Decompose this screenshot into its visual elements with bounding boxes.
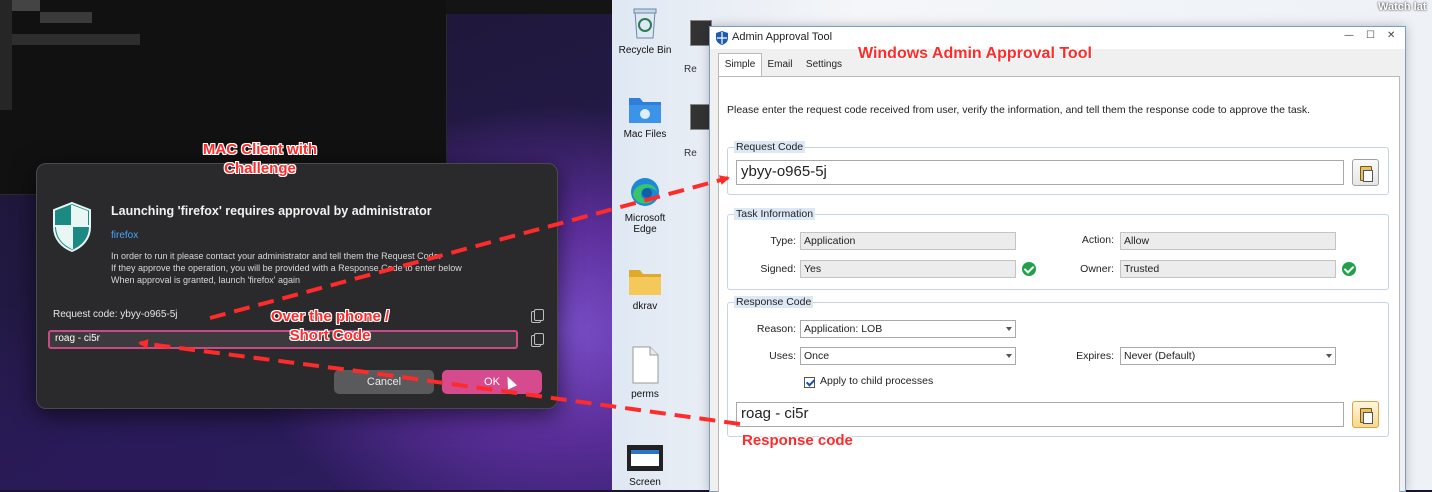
clipboard-icon — [1360, 408, 1373, 424]
desktop-icon-label: dkrav — [632, 301, 658, 312]
mac-approval-dialog: Launching 'firefox' requires approval by… — [36, 163, 558, 409]
signed-field: Yes — [800, 260, 1016, 278]
desktop-icon-label: Recycle Bin — [618, 45, 672, 56]
desktop-icon-recycle-bin[interactable]: Recycle Bin — [614, 6, 676, 56]
screen-icon — [627, 445, 663, 471]
annotation-line: MAC Client with — [202, 141, 318, 158]
tab-settings[interactable]: Settings — [800, 54, 848, 75]
uses-dropdown[interactable]: Once — [800, 347, 1016, 365]
dialog-title: Launching 'firefox' requires approval by… — [111, 204, 432, 218]
annotation-line: Over the phone / — [270, 308, 390, 325]
desktop-icon-label: Microsoft Edge — [624, 213, 666, 235]
instructions-text: Please enter the request code received f… — [727, 104, 1311, 116]
shield-icon — [53, 201, 91, 253]
expires-value: Never (Default) — [1124, 350, 1196, 362]
tab-simple[interactable]: Simple — [718, 53, 762, 77]
chevron-down-icon — [1326, 354, 1332, 358]
desktop-icon-label: Screen — [629, 477, 661, 488]
desktop-icon-perms[interactable]: perms — [614, 346, 676, 400]
dialog-body-line: In order to run it please contact your a… — [111, 251, 442, 261]
chevron-down-icon — [1006, 354, 1012, 358]
app-shield-icon — [716, 31, 728, 45]
uses-value: Once — [804, 350, 830, 362]
clipboard-icon — [1360, 166, 1373, 182]
expires-label: Expires: — [1076, 350, 1114, 362]
reason-label: Reason: — [756, 323, 796, 335]
desktop-label-fragment: Re — [684, 64, 697, 75]
reason-value: Application: LOB — [804, 323, 883, 335]
dialog-body-line: When approval is granted, launch 'firefo… — [111, 275, 301, 285]
reason-dropdown[interactable]: Application: LOB — [800, 320, 1016, 338]
mac-client-annotation: MAC Client with Challenge — [170, 140, 350, 178]
uses-label: Uses: — [769, 350, 796, 362]
tab-email[interactable]: Email — [762, 54, 798, 75]
windows-tool-annotation: Windows Admin Approval Tool — [858, 45, 1092, 62]
response-code-group: Response Code Reason: Application: LOB U… — [727, 296, 1389, 437]
blurred-text — [0, 0, 12, 110]
admin-approval-tool-window: Admin Approval Tool — ☐ ✕ Simple Email S… — [709, 26, 1406, 492]
desktop-icon-label: perms — [631, 389, 659, 400]
close-button[interactable]: ✕ — [1387, 30, 1395, 41]
response-code-field[interactable]: roag - ci5r — [736, 402, 1344, 427]
desktop-icon-dkrav[interactable]: dkrav — [614, 266, 676, 312]
desktop-icon-label: Mac Files — [623, 129, 667, 140]
owner-check-icon — [1342, 262, 1356, 276]
edge-icon — [631, 178, 659, 206]
request-code-input[interactable]: ybyy-o965-5j — [736, 160, 1344, 185]
annotation-line: Challenge — [224, 160, 296, 177]
annotation-line: Short Code — [289, 327, 371, 344]
dialog-app-name: firefox — [111, 230, 139, 241]
request-code-group: Request Code ybyy-o965-5j — [727, 141, 1389, 195]
paste-response-code-icon[interactable] — [531, 333, 544, 347]
blurred-text — [0, 34, 140, 45]
copy-response-code-button[interactable] — [1352, 401, 1379, 428]
mac-folder-icon — [629, 98, 661, 123]
desktop-icon-screen[interactable]: Screen — [614, 444, 676, 488]
owner-field: Trusted — [1120, 260, 1336, 278]
paste-request-code-button[interactable] — [1352, 159, 1379, 186]
recycle-bin-icon — [633, 8, 657, 39]
blurred-text — [40, 12, 92, 23]
window-title: Admin Approval Tool — [732, 31, 833, 43]
watch-later-overlay[interactable]: Watch lat — [1378, 1, 1427, 13]
action-field: Allow — [1120, 232, 1336, 250]
copy-request-code-icon[interactable] — [531, 309, 544, 323]
response-code-annotation: Response code — [742, 432, 853, 449]
chevron-down-icon — [1006, 327, 1012, 331]
expires-dropdown[interactable]: Never (Default) — [1120, 347, 1336, 365]
ok-button[interactable]: OK — [442, 370, 542, 394]
folder-icon — [629, 270, 661, 295]
signed-label: Signed: — [760, 263, 796, 275]
dialog-body-line: If they approve the operation, you will … — [111, 263, 462, 273]
response-code-group-label: Response Code — [734, 296, 814, 308]
over-the-phone-annotation: Over the phone / Short Code — [240, 307, 420, 345]
desktop-icon-edge[interactable]: Microsoft Edge — [614, 176, 676, 235]
apply-child-processes-checkbox[interactable] — [804, 377, 815, 388]
minimize-button[interactable]: — — [1344, 30, 1354, 41]
apply-child-processes-label: Apply to child processes — [820, 375, 934, 387]
task-information-group-label: Task Information — [734, 208, 816, 220]
desktop-icon-mac-files[interactable]: Mac Files — [614, 94, 676, 140]
owner-label: Owner: — [1080, 263, 1114, 275]
request-code-group-label: Request Code — [734, 141, 806, 153]
request-code-text: Request code: ybyy-o965-5j — [53, 309, 178, 320]
signed-check-icon — [1022, 262, 1036, 276]
cancel-button[interactable]: Cancel — [334, 370, 434, 394]
type-field: Application — [800, 232, 1016, 250]
task-information-group: Task Information Type: Application Actio… — [727, 208, 1389, 290]
type-label: Type: — [770, 235, 796, 247]
mac-top-strip — [446, 0, 612, 14]
maximize-button[interactable]: ☐ — [1366, 30, 1375, 41]
dialog-body-text: In order to run it please contact your a… — [111, 250, 551, 286]
simple-tab-panel: Please enter the request code received f… — [718, 76, 1400, 492]
desktop-label-fragment: Re — [684, 148, 697, 159]
action-label: Action: — [1081, 234, 1114, 246]
file-icon — [632, 346, 659, 384]
